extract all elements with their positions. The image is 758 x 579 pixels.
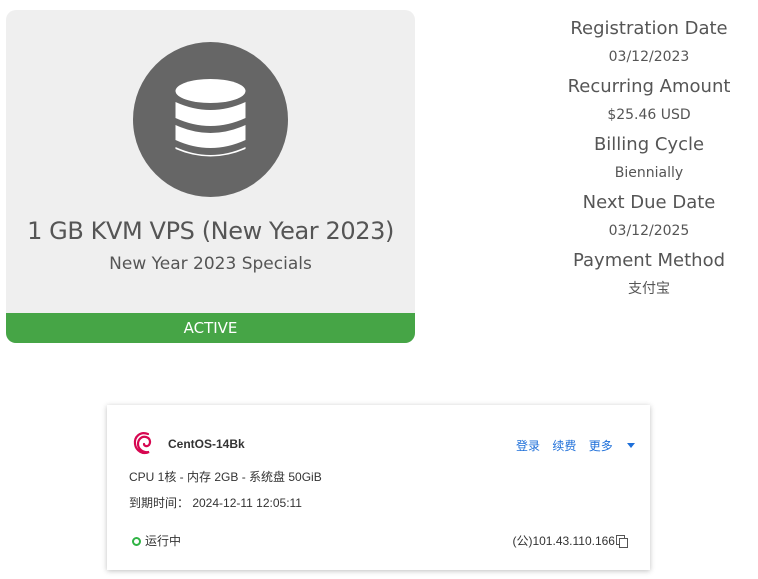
billing-details: Registration Date 03/12/2023 Recurring A…: [540, 14, 758, 304]
status-dot-icon: [132, 537, 141, 546]
debian-swirl-icon: [133, 432, 152, 455]
recurring-amount-label: Recurring Amount: [567, 76, 731, 97]
payment-method-value: 支付宝: [628, 281, 670, 297]
billing-cycle-label: Billing Cycle: [593, 134, 705, 155]
running-status-label: 运行中: [145, 534, 182, 548]
product-group: New Year 2023 Specials: [109, 254, 312, 274]
expire-time: 到期时间： 2024-12-11 12:05:11: [129, 496, 302, 510]
status-badge: ACTIVE: [6, 313, 415, 343]
caret-down-icon: [626, 443, 635, 448]
product-name: 1 GB KVM VPS (New Year 2023): [27, 217, 394, 245]
public-ip-text: (公)101.43.110.166: [512, 534, 615, 548]
public-ip: (公)101.43.110.166: [512, 532, 628, 549]
payment-method-label: Payment Method: [572, 250, 726, 271]
server-name: CentOS-14Bk: [168, 437, 245, 451]
registration-date-label: Registration Date: [570, 18, 728, 39]
more-menu-link[interactable]: 更多: [589, 439, 635, 453]
server-card: CentOS-14Bk 登录 续费 更多 CPU 1核 - 内存 2GB - 系…: [107, 405, 650, 570]
more-label: 更多: [588, 439, 613, 453]
server-specs: CPU 1核 - 内存 2GB - 系统盘 50GiB: [129, 470, 322, 484]
recurring-amount-value: $25.46 USD: [607, 107, 691, 123]
running-status: 运行中: [132, 532, 181, 549]
billing-cycle-value: Biennially: [614, 165, 684, 181]
login-link[interactable]: 登录: [516, 439, 540, 453]
registration-date-value: 03/12/2023: [608, 49, 690, 65]
renew-link[interactable]: 续费: [552, 439, 576, 453]
copy-icon[interactable]: [616, 535, 628, 548]
next-due-date-value: 03/12/2025: [608, 223, 690, 239]
product-icon-circle: [133, 42, 288, 197]
server-actions: 登录 续费 更多: [516, 437, 635, 454]
product-card: 1 GB KVM VPS (New Year 2023) New Year 20…: [6, 10, 415, 343]
database-icon: [175, 79, 246, 157]
next-due-date-label: Next Due Date: [582, 192, 716, 213]
